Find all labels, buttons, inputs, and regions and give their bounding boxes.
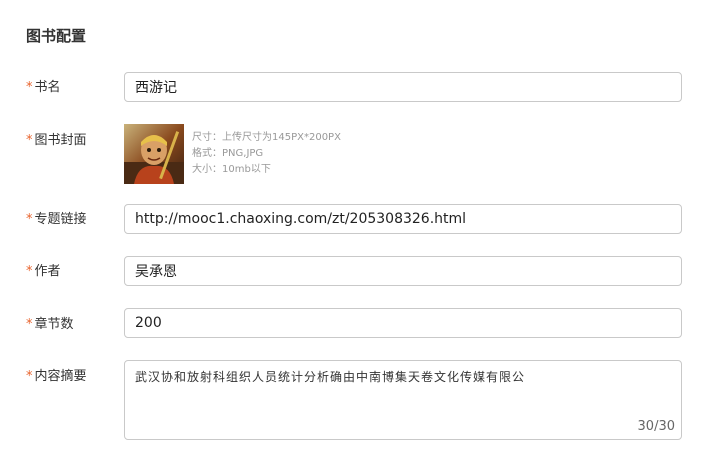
required-star: * <box>26 212 33 227</box>
topic-link-input[interactable] <box>124 204 682 234</box>
cover-image <box>124 124 184 184</box>
book-name-label-text: 书名 <box>34 80 61 95</box>
summary-text: 武汉协和放射科组织人员统计分析确由中南博集天卷文化传媒有限公 <box>135 370 526 384</box>
summary-textarea[interactable]: 武汉协和放射科组织人员统计分析确由中南博集天卷文化传媒有限公 30/30 <box>124 360 682 440</box>
author-input[interactable] <box>124 256 682 286</box>
cover-label-text: 图书封面 <box>34 133 87 148</box>
topic-link-label: * 专题链接 <box>26 211 87 229</box>
chapter-count-label: * 章节数 <box>26 316 74 334</box>
summary-char-counter: 30/30 <box>637 419 675 434</box>
required-star: * <box>26 133 33 148</box>
book-name-input[interactable] <box>124 72 682 102</box>
required-star: * <box>26 264 33 279</box>
topic-link-label-text: 专题链接 <box>34 212 87 227</box>
chapter-count-label-text: 章节数 <box>34 317 74 332</box>
required-star: * <box>26 80 33 95</box>
cover-label: * 图书封面 <box>26 132 87 150</box>
summary-label-text: 内容摘要 <box>34 369 87 384</box>
cover-hint-size: 尺寸：上传尺寸为145PX*200PX <box>192 132 341 143</box>
author-label: * 作者 <box>26 263 61 281</box>
cover-hint-format: 格式：PNG,JPG <box>192 148 264 159</box>
book-name-label: * 书名 <box>26 79 61 97</box>
summary-label: * 内容摘要 <box>26 368 87 386</box>
page-title: 图书配置 <box>26 27 87 45</box>
chapter-count-input[interactable] <box>124 308 682 338</box>
cover-hint-filesize: 大小：10mb以下 <box>192 164 271 175</box>
required-star: * <box>26 369 33 384</box>
cover-image-upload[interactable] <box>124 124 184 184</box>
required-star: * <box>26 317 33 332</box>
author-label-text: 作者 <box>34 264 61 279</box>
